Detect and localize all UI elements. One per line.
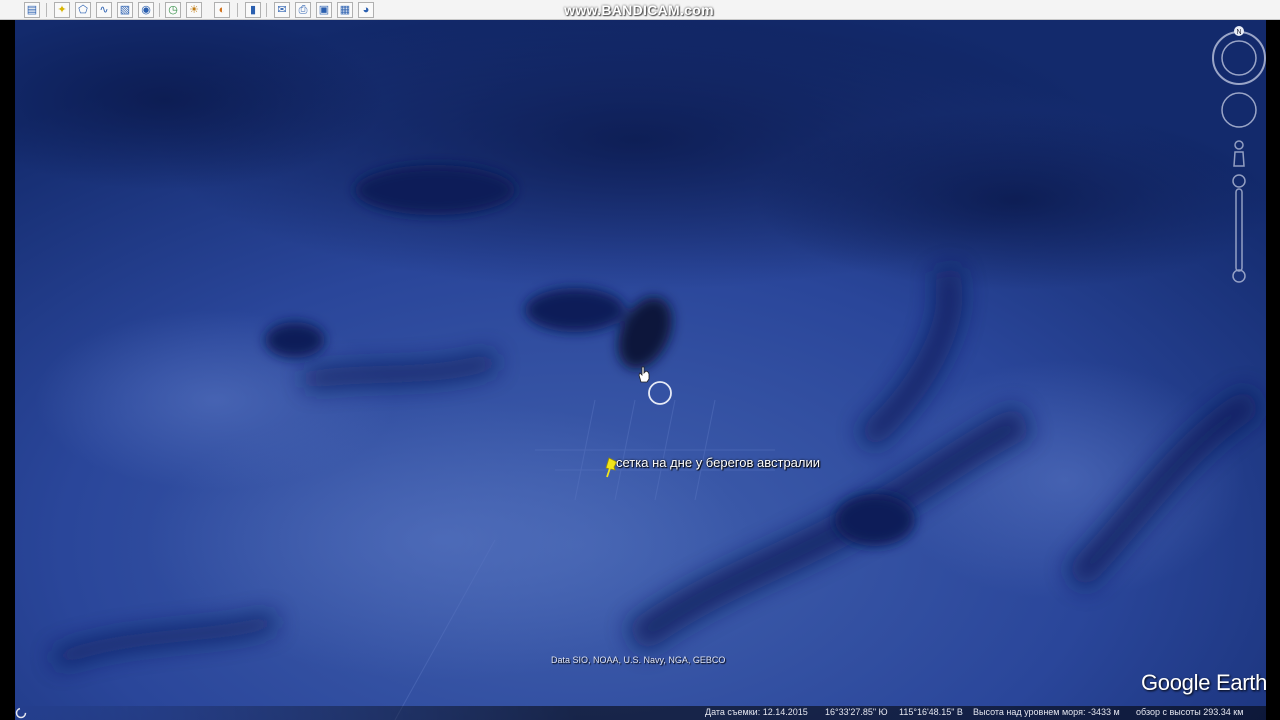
ruler-icon: ▮ bbox=[249, 4, 257, 16]
print-icon: ⎙ bbox=[298, 4, 308, 16]
view-in-maps-button[interactable]: ▦ bbox=[337, 2, 353, 18]
look-joystick[interactable] bbox=[1221, 92, 1257, 128]
tour-icon: ◉ bbox=[141, 4, 151, 16]
navigation-controls: N bbox=[1212, 26, 1266, 283]
recording-watermark: www.BANDICAM.com bbox=[564, 2, 714, 18]
planet-icon: ◐ bbox=[218, 4, 226, 16]
historical-imagery-button[interactable]: ◷ bbox=[165, 2, 181, 18]
sun-icon: ☀ bbox=[189, 4, 199, 16]
path-icon: ∿ bbox=[99, 4, 109, 16]
toolbar: ▤ ✦ ⬠ ∿ ▧ ◉ ◷ ☀ ◐ ▮ ✉ ⎙ ▣ ▦ ◕ www.BANDIC… bbox=[0, 0, 1280, 20]
street-view-pegman-icon[interactable] bbox=[1233, 140, 1245, 167]
compass-ring[interactable]: N bbox=[1212, 26, 1266, 85]
streaming-progress-icon bbox=[15, 707, 27, 719]
toolbar-divider bbox=[159, 3, 160, 17]
toolbar-divider bbox=[46, 3, 47, 17]
map-viewport[interactable]: N сетка на дне у берегов австралии Data … bbox=[15, 20, 1266, 720]
right-frame bbox=[1266, 20, 1280, 720]
record-tour-button[interactable]: ◉ bbox=[138, 2, 154, 18]
sunlight-button[interactable]: ☀ bbox=[186, 2, 202, 18]
toolbar-divider bbox=[266, 3, 267, 17]
sidebar-toggle-button[interactable]: ▤ bbox=[24, 2, 40, 18]
compass-north-letter: N bbox=[1236, 29, 1241, 36]
sidebar-icon: ▤ bbox=[26, 4, 38, 16]
save-image-icon: ▣ bbox=[318, 4, 330, 16]
add-placemark-button[interactable]: ✦ bbox=[54, 2, 70, 18]
planet-view-button[interactable]: ◕ bbox=[358, 2, 374, 18]
data-attribution: Data SIO, NOAA, U.S. Navy, NGA, GEBCO bbox=[551, 655, 726, 665]
overlay-icon: ▧ bbox=[119, 4, 131, 16]
elevation-readout: Высота над уровнем моря: -3433 м bbox=[973, 707, 1120, 717]
latitude-readout: 16°33'27.85" Ю bbox=[825, 707, 888, 717]
left-frame bbox=[0, 20, 15, 720]
google-earth-logo: Google Earth bbox=[1141, 670, 1266, 695]
switch-planet-button[interactable]: ◐ bbox=[214, 2, 230, 18]
toolbar-divider bbox=[237, 3, 238, 17]
maps-icon: ▦ bbox=[339, 4, 351, 16]
email-button[interactable]: ✉ bbox=[274, 2, 290, 18]
polygon-icon: ⬠ bbox=[78, 4, 88, 16]
email-icon: ✉ bbox=[277, 4, 287, 16]
save-image-button[interactable]: ▣ bbox=[316, 2, 332, 18]
eye-altitude-readout: обзор с высоты 293.34 км bbox=[1136, 707, 1244, 717]
print-button[interactable]: ⎙ bbox=[295, 2, 311, 18]
globe-icon: ◕ bbox=[362, 4, 370, 16]
ruler-button[interactable]: ▮ bbox=[245, 2, 261, 18]
add-polygon-button[interactable]: ⬠ bbox=[75, 2, 91, 18]
imagery-date: Дата съемки: 12.14.2015 bbox=[705, 707, 808, 717]
zoom-slider[interactable] bbox=[1232, 174, 1246, 283]
pushpin-icon: ✦ bbox=[57, 4, 67, 16]
clock-icon: ◷ bbox=[168, 4, 178, 16]
placemark-label[interactable]: сетка на дне у берегов австралии bbox=[616, 455, 820, 470]
add-path-button[interactable]: ∿ bbox=[96, 2, 112, 18]
status-bar: Дата съемки: 12.14.2015 16°33'27.85" Ю 1… bbox=[15, 706, 1266, 720]
crosshair-ring-icon bbox=[648, 381, 672, 405]
longitude-readout: 115°16'48.15" В bbox=[899, 707, 963, 717]
add-image-overlay-button[interactable]: ▧ bbox=[117, 2, 133, 18]
